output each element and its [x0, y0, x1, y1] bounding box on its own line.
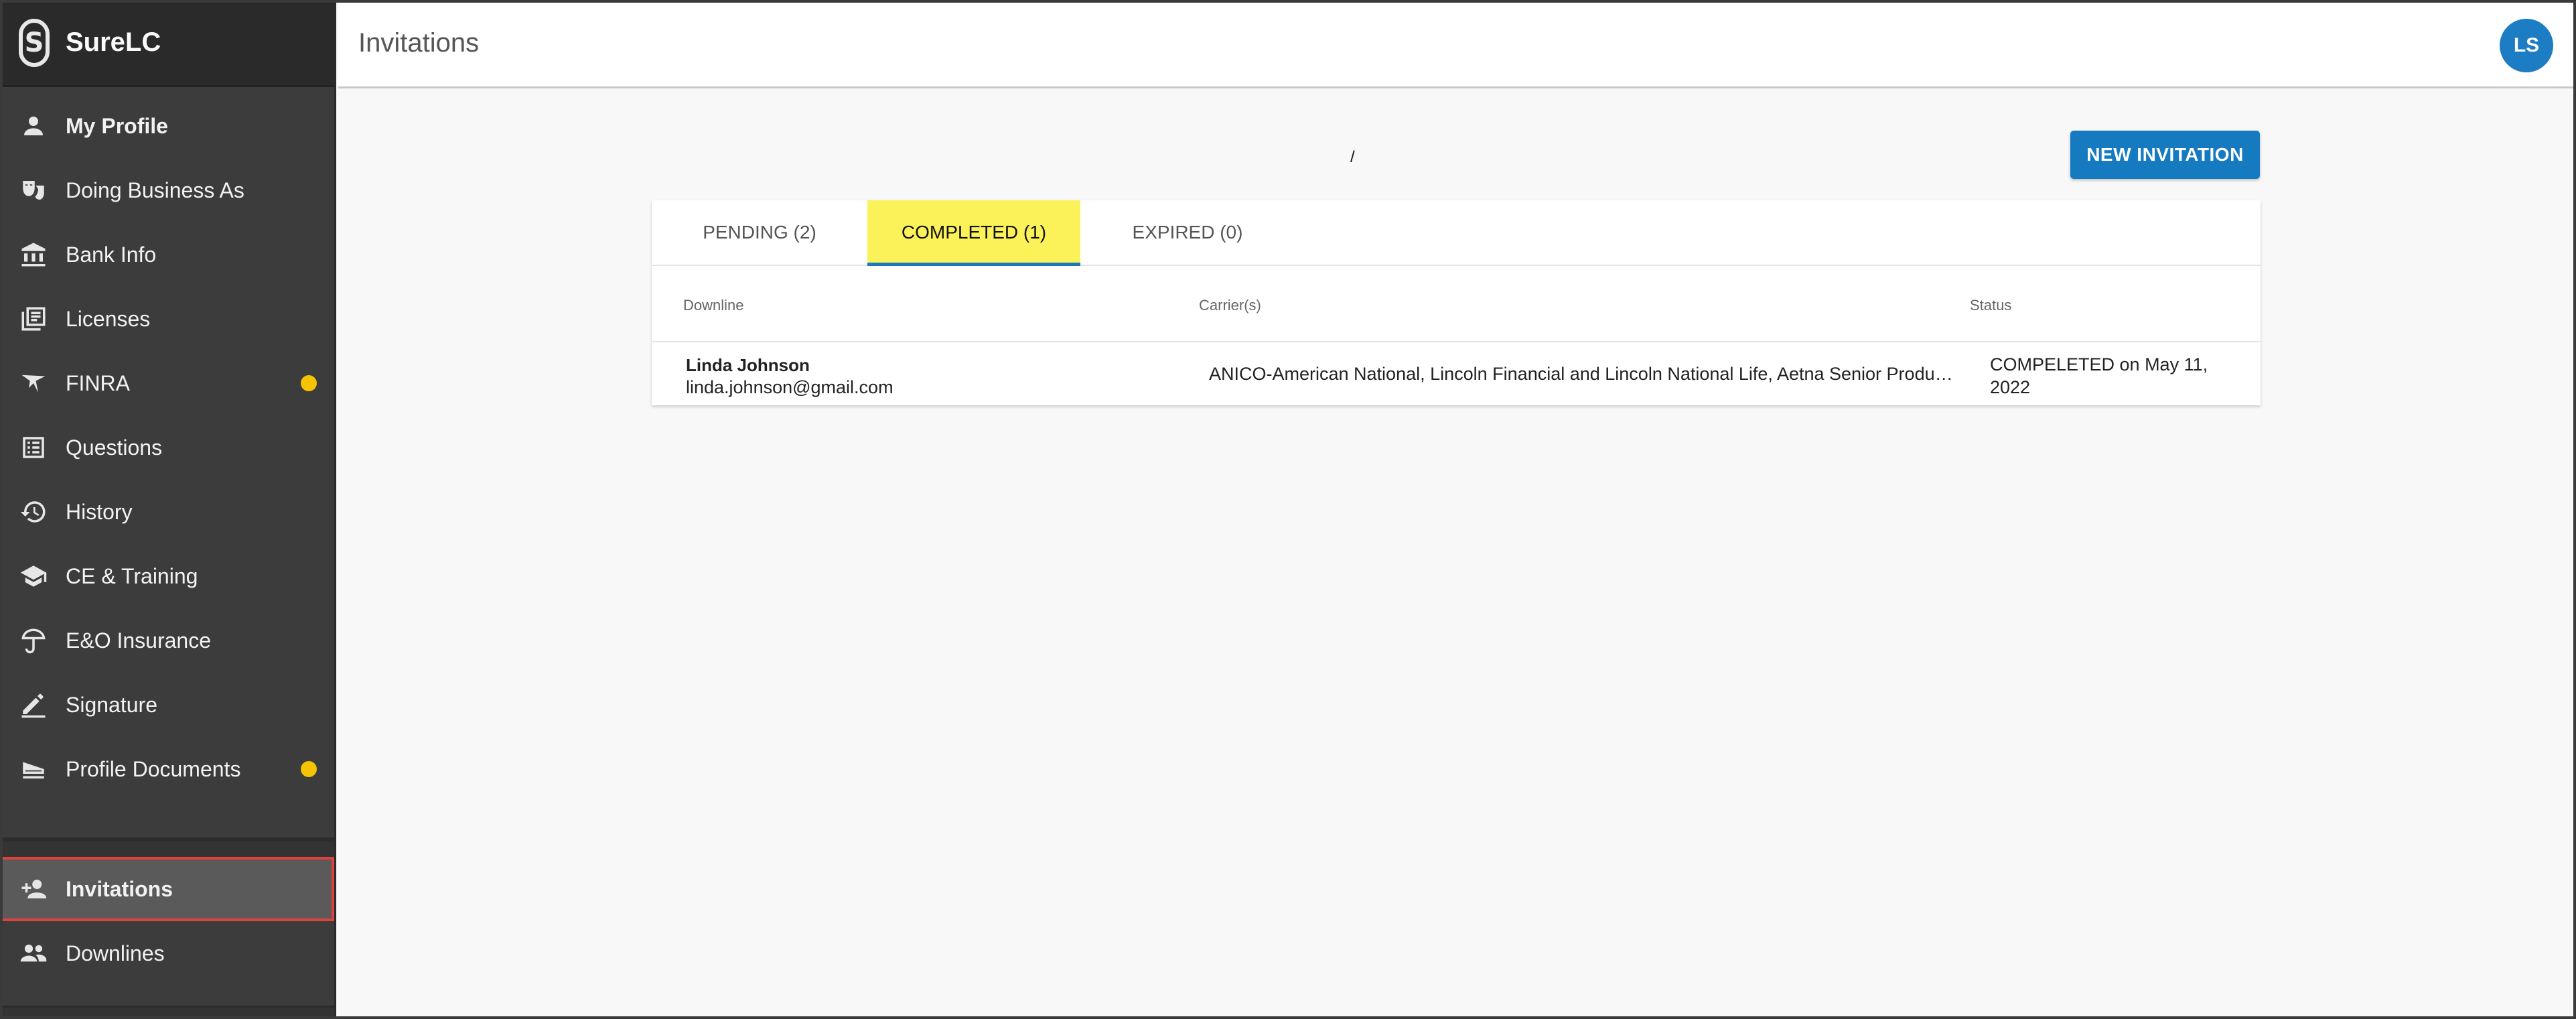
- sidebar-item-finra[interactable]: FINRA: [0, 351, 334, 415]
- sidebar-nav-secondary: Invitations Downlines: [0, 857, 334, 986]
- scanner-icon: [19, 754, 48, 784]
- top-bar: Invitations LS: [338, 0, 2576, 88]
- status-tabs: PENDING (2) COMPLETED (1) EXPIRED (0): [652, 200, 2261, 266]
- sidebar-item-label: Questions: [66, 435, 163, 460]
- sidebar-item-label: History: [66, 499, 133, 524]
- notification-badge: [301, 761, 317, 777]
- column-header-downline[interactable]: Downline: [683, 297, 744, 314]
- graduation-cap-icon: [19, 561, 48, 591]
- sidebar-item-licenses[interactable]: Licenses: [0, 287, 334, 351]
- mask-icon: [19, 176, 48, 205]
- sidebar-item-signature[interactable]: Signature: [0, 673, 334, 737]
- table-row[interactable]: Linda Johnson linda.johnson@gmail.com AN…: [652, 342, 2261, 404]
- finra-icon: [19, 368, 48, 398]
- sidebar-item-invitations[interactable]: Invitations: [0, 857, 334, 921]
- sidebar-item-bank-info[interactable]: Bank Info: [0, 222, 334, 287]
- sidebar-item-label: Doing Business As: [66, 178, 244, 202]
- sidebar-item-questions[interactable]: Questions: [0, 415, 334, 480]
- pen-icon: [19, 690, 48, 720]
- new-invitation-button[interactable]: NEW INVITATION: [2070, 131, 2260, 179]
- sidebar-item-label: My Profile: [66, 113, 168, 138]
- column-header-carriers[interactable]: Carrier(s): [1199, 297, 1261, 314]
- table-header: Downline Carrier(s) Status: [652, 266, 2261, 342]
- brand-name: SureLC: [66, 27, 161, 57]
- downline-cell: Linda Johnson linda.johnson@gmail.com: [686, 354, 893, 399]
- person-icon: [19, 111, 48, 141]
- sidebar-item-label: Licenses: [66, 306, 151, 331]
- tab-pending[interactable]: PENDING (2): [652, 200, 867, 265]
- sidebar-item-ce-training[interactable]: CE & Training: [0, 544, 334, 608]
- sidebar-item-profile-documents[interactable]: Profile Documents: [0, 737, 334, 801]
- avatar[interactable]: LS: [2500, 19, 2553, 72]
- bank-icon: [19, 240, 48, 269]
- history-icon: [19, 497, 48, 527]
- brand[interactable]: S SureLC: [0, 0, 334, 87]
- surelc-logo-icon: S: [19, 18, 50, 67]
- sidebar-item-doing-business-as[interactable]: Doing Business As: [0, 158, 334, 222]
- sidebar-item-label: FINRA: [66, 370, 130, 395]
- column-header-status[interactable]: Status: [1970, 297, 2011, 314]
- sidebar-item-label: CE & Training: [66, 563, 198, 588]
- sidebar-item-label: Profile Documents: [66, 756, 241, 781]
- sidebar-item-downlines[interactable]: Downlines: [0, 921, 334, 986]
- sidebar-item-label: Bank Info: [66, 242, 157, 267]
- downline-name: Linda Johnson: [686, 355, 810, 375]
- sidebar-item-eo-insurance[interactable]: E&O Insurance: [0, 608, 334, 673]
- person-add-icon: [19, 874, 48, 904]
- sidebar-item-label: E&O Insurance: [66, 628, 211, 653]
- page-title: Invitations: [358, 28, 480, 58]
- sidebar-nav: My Profile Doing Business As Bank Info L…: [0, 87, 334, 801]
- downline-email: linda.johnson@gmail.com: [686, 377, 893, 397]
- tab-expired[interactable]: EXPIRED (0): [1080, 200, 1295, 265]
- stray-mark: /: [1350, 148, 1355, 166]
- sidebar-footer: [0, 1006, 334, 1019]
- people-icon: [19, 939, 48, 968]
- notification-badge: [301, 375, 317, 391]
- sidebar-divider: [0, 839, 334, 857]
- licenses-icon: [19, 304, 48, 334]
- tab-completed[interactable]: COMPLETED (1): [867, 200, 1080, 266]
- status-cell: COMPELETED on May 11, 2022: [1990, 354, 2208, 397]
- main-content: / NEW INVITATION PENDING (2) COMPLETED (…: [338, 90, 2576, 1019]
- list-icon: [19, 433, 48, 462]
- sidebar-item-my-profile[interactable]: My Profile: [0, 94, 334, 158]
- carriers-cell: ANICO-American National, Lincoln Financi…: [1209, 364, 1958, 384]
- sidebar-item-label: Signature: [66, 692, 157, 717]
- invitations-card: PENDING (2) COMPLETED (1) EXPIRED (0) Do…: [652, 200, 2261, 405]
- umbrella-icon: [19, 626, 48, 655]
- sidebar: S SureLC My Profile Doing Business As Ba…: [0, 0, 336, 1019]
- sidebar-item-label: Downlines: [66, 941, 165, 965]
- sidebar-item-history[interactable]: History: [0, 480, 334, 544]
- sidebar-item-label: Invitations: [66, 876, 173, 901]
